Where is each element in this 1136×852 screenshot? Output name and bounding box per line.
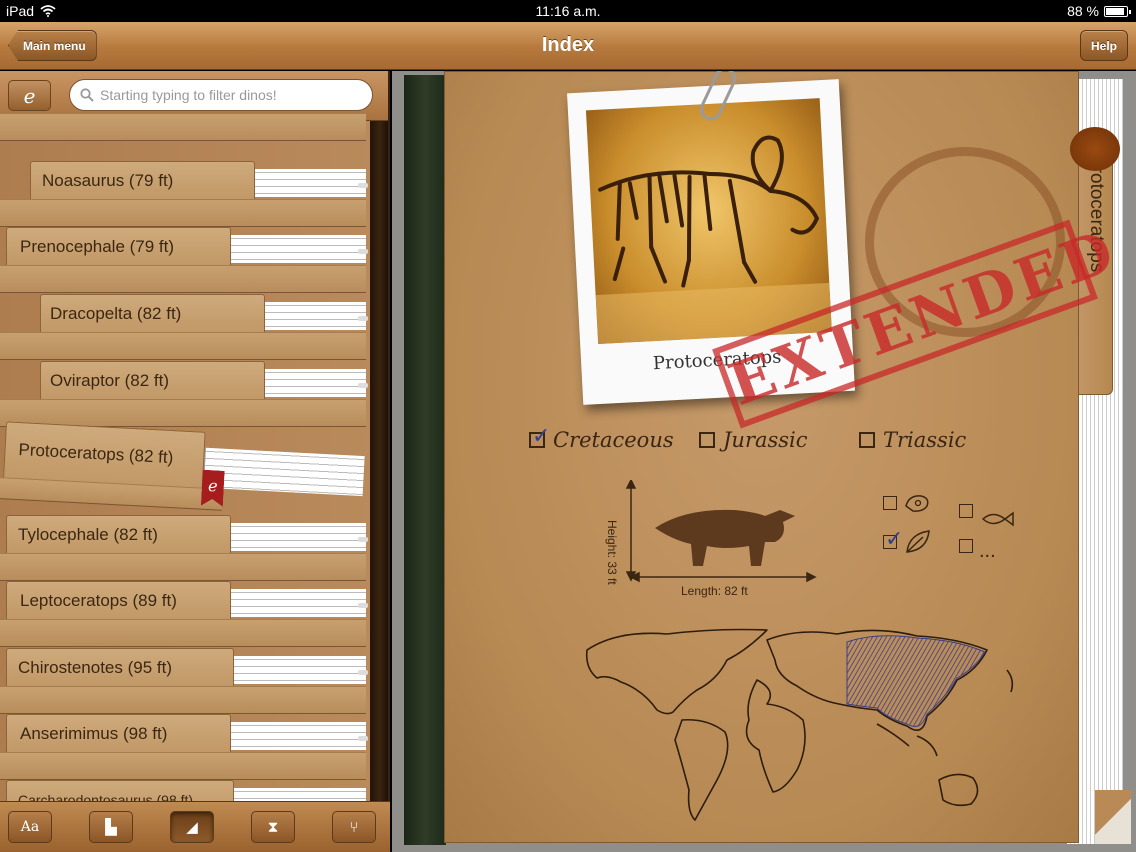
binder-spine [370,121,388,801]
bottom-toolbar: Aa ▙ ◢ ⧗ ⑂ [0,801,390,852]
world-map [585,628,1014,821]
coffee-splat [1070,127,1120,171]
card-label: Leptoceratops (89 ft) [20,591,177,610]
checkbox[interactable] [959,504,973,518]
meat-icon [905,495,929,512]
checkbox[interactable] [883,496,897,510]
diet-plant[interactable] [883,526,933,556]
card-label: Prenocephale (79 ft) [20,237,175,256]
font-size-button[interactable]: Aa [8,811,52,843]
dino-card-list: Noasaurus (79 ft) Prenocephale (79 ft) D… [0,113,372,801]
card-label: Dracopelta (82 ft) [50,304,182,323]
checkbox[interactable] [859,432,875,448]
triceratops-silhouette [655,509,795,566]
list-item[interactable]: Anserimimus (98 ft) [0,714,368,780]
fork-knife-icon: ⑂ [349,818,359,836]
list-item[interactable]: Chirostenotes (95 ft) [0,648,368,714]
card-label: Oviraptor (82 ft) [50,371,170,390]
card-partial [0,75,366,141]
list-item[interactable]: Prenocephale (79 ft) [0,227,368,293]
length-label: Length: 82 ft [681,584,748,598]
card-label: Carcharodontosaurus (98 ft) [18,792,194,801]
status-bar: iPad 11:16 a.m. 88 % [0,0,1136,22]
period-jurassic[interactable]: Jurassic [699,428,808,452]
weight-icon: ▙ [105,819,117,836]
size-arrows [625,480,817,583]
page-curl[interactable] [1095,790,1131,844]
list-item[interactable]: Leptoceratops (89 ft) [0,581,368,647]
size-sort-button[interactable]: ◢ [170,811,214,843]
fish-icon [981,511,1014,527]
diet-button[interactable]: ⑂ [332,811,376,843]
page-title: Index [541,34,595,56]
card-label: Tylocephale (82 ft) [18,525,158,544]
battery-percent: 88 % [1067,3,1099,19]
diet-other[interactable]: ... [959,528,996,563]
weight-button[interactable]: ▙ [89,811,133,843]
diet-fish[interactable] [959,492,1017,530]
ruler-triangle-icon: ◢ [186,819,198,836]
dino-folder: Protoceratops EXTENDED Cretaceous Jurass… [444,71,1131,844]
period-label: Triassic [883,428,967,452]
checkbox-checked[interactable] [529,424,550,449]
list-item[interactable]: Carcharodontosaurus (98 ft) [0,780,366,801]
dino-photo [585,98,832,345]
leaf-icon [906,530,930,553]
diet-options: ... [883,492,1043,572]
period-cretaceous[interactable]: Cretaceous [529,424,674,452]
list-item[interactable]: Noasaurus (79 ft) [0,161,368,227]
period-triassic[interactable]: Triassic [859,428,966,452]
index-panel: e Noasaurus (79 ft) Prenocephale (79 ft) [0,71,390,801]
diet-meat[interactable] [883,492,933,514]
list-item[interactable]: Oviraptor (82 ft) [0,361,368,427]
period-label: Cretaceous [553,428,674,452]
hourglass-icon: ⧗ [267,818,279,836]
status-time: 11:16 a.m. [535,3,601,19]
checkbox[interactable] [699,432,715,448]
period-button[interactable]: ⧗ [251,811,295,843]
skeleton-icon [595,135,832,345]
checkbox-checked[interactable] [883,526,903,552]
ellipsis-icon: ... [979,540,996,562]
card-label: Anserimimus (98 ft) [20,724,168,743]
period-label: Jurassic [723,428,808,452]
list-item-selected[interactable]: Protoceratops (82 ft) e [0,421,365,511]
battery-icon [1104,5,1131,17]
font-size-icon: Aa [20,819,40,835]
navigation-bar: Main menu Index Help [0,22,1136,70]
height-label: Height: 33 ft [605,520,619,585]
checkbox[interactable] [959,538,973,553]
dino-detail-panel: Protoceratops Protoceratops EXTENDED ✓ C… [392,71,1136,852]
card-label: Chirostenotes (95 ft) [18,658,173,677]
notebook-spine [404,75,446,845]
list-item[interactable]: Tylocephale (82 ft) [0,515,368,581]
help-button[interactable]: Help [1079,30,1128,61]
list-item[interactable]: Dracopelta (82 ft) [0,294,368,360]
size-diagram: Height: 33 ft Length: 82 ft [605,480,835,600]
card-label: Noasaurus (79 ft) [42,171,174,190]
